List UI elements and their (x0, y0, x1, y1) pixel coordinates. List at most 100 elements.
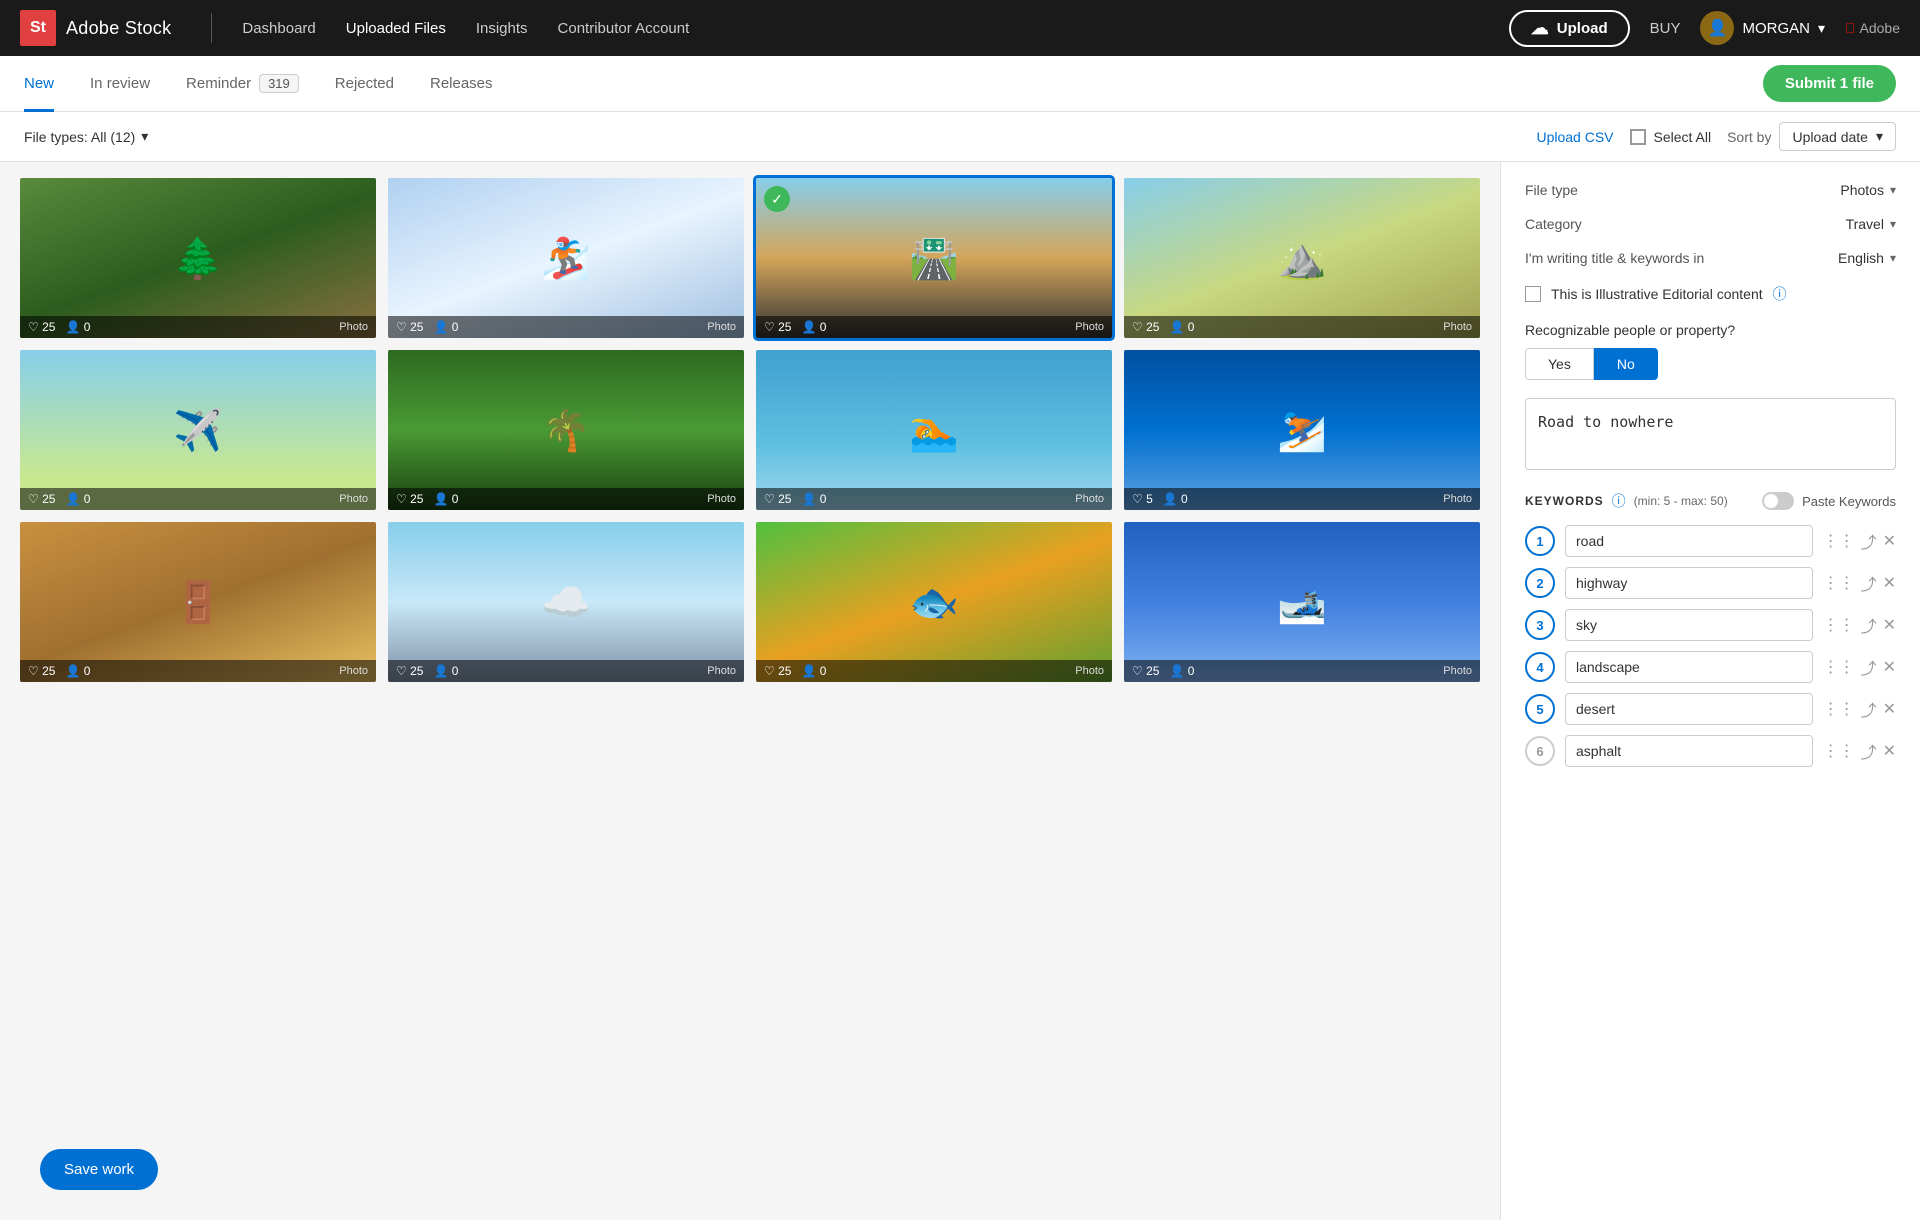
photo-card[interactable]: 🌴 ♡ 25 👤 0 Photo (388, 350, 744, 510)
photo-card[interactable]: 🚪 ♡ 25 👤 0 Photo (20, 522, 376, 682)
photo-card[interactable]: 🏂 ♡ 25 👤 0 Photo (388, 178, 744, 338)
photo-type: Photo (707, 493, 736, 505)
remove-keyword-icon[interactable]: ✕ (1883, 657, 1896, 677)
drag-icon[interactable]: ⋮⋮ (1823, 741, 1855, 761)
keyword-input[interactable] (1565, 693, 1813, 725)
header-actions: ☁ Upload BUY 👤 MORGAN ▾  Adobe (1509, 10, 1900, 47)
sort-dropdown[interactable]: Upload date ▾ (1779, 122, 1896, 151)
no-button[interactable]: No (1594, 348, 1658, 380)
photo-card[interactable]: 🏊 ♡ 25 👤 0 Photo (756, 350, 1112, 510)
info-icon[interactable]: ⓘ (1773, 284, 1787, 304)
photo-footer: ♡ 25 👤 0 Photo (1124, 316, 1480, 338)
photo-card[interactable]: ☁️ ♡ 25 👤 0 Photo (388, 522, 744, 682)
remove-keyword-icon[interactable]: ✕ (1883, 615, 1896, 635)
likes-stat: ♡ 25 (28, 492, 55, 506)
adobe-logo:  Adobe (1845, 20, 1900, 36)
toolbar-right: Upload CSV Select All Sort by Upload dat… (1536, 122, 1896, 151)
paste-keywords-toggle[interactable]: Paste Keywords (1762, 492, 1896, 510)
people-stat: 👤 0 (801, 320, 826, 334)
user-area[interactable]: 👤 MORGAN ▾ (1700, 11, 1825, 45)
drag-icon[interactable]: ⋮⋮ (1823, 657, 1855, 677)
yes-button[interactable]: Yes (1525, 348, 1594, 380)
keyword-input[interactable] (1565, 609, 1813, 641)
tab-reminder[interactable]: Reminder 319 (186, 56, 299, 112)
save-work-button[interactable]: Save work (40, 1149, 158, 1190)
photo-card[interactable]: 🌲 ♡ 25 👤 0 Photo (20, 178, 376, 338)
tab-new[interactable]: New (24, 56, 54, 112)
keyword-number: 3 (1525, 610, 1555, 640)
keyword-number: 6 (1525, 736, 1555, 766)
tab-in-review[interactable]: In review (90, 56, 150, 112)
move-up-icon[interactable]: ⤴ (1861, 571, 1877, 595)
keyword-row: 3 ⋮⋮ ⤴ ✕ (1525, 609, 1896, 641)
remove-keyword-icon[interactable]: ✕ (1883, 531, 1896, 551)
remove-keyword-icon[interactable]: ✕ (1883, 699, 1896, 719)
category-value: Travel (1846, 216, 1884, 232)
file-types-dropdown[interactable]: File types: All (12) ▾ (24, 128, 148, 145)
nav-contributor[interactable]: Contributor Account (558, 20, 690, 37)
title-input[interactable] (1525, 398, 1896, 470)
drag-icon[interactable]: ⋮⋮ (1823, 573, 1855, 593)
adobe-label: Adobe (1860, 20, 1900, 36)
photo-card[interactable]: ⛷️ ♡ 5 👤 0 Photo (1124, 350, 1480, 510)
move-up-icon[interactable]: ⤴ (1861, 613, 1877, 637)
tab-releases[interactable]: Releases (430, 56, 493, 112)
keywords-info-icon[interactable]: ⓘ (1612, 491, 1626, 511)
photo-card[interactable]: 🐟 ♡ 25 👤 0 Photo (756, 522, 1112, 682)
upload-button[interactable]: ☁ Upload (1509, 10, 1630, 47)
language-label: I'm writing title & keywords in (1525, 250, 1838, 266)
likes-stat: ♡ 25 (1132, 320, 1159, 334)
photo-image: 🏊 (756, 350, 1112, 510)
move-up-icon[interactable]: ⤴ (1861, 529, 1877, 553)
nav-insights[interactable]: Insights (476, 20, 528, 37)
photo-card[interactable]: ⛰️ ♡ 25 👤 0 Photo (1124, 178, 1480, 338)
keyword-row: 1 ⋮⋮ ⤴ ✕ (1525, 525, 1896, 557)
photo-card[interactable]: 🎿 ♡ 25 👤 0 Photo (1124, 522, 1480, 682)
avatar: 👤 (1700, 11, 1734, 45)
remove-keyword-icon[interactable]: ✕ (1883, 573, 1896, 593)
keyword-input[interactable] (1565, 567, 1813, 599)
tab-rejected[interactable]: Rejected (335, 56, 394, 112)
move-up-icon[interactable]: ⤴ (1861, 697, 1877, 721)
keyword-input[interactable] (1565, 525, 1813, 557)
select-all-area[interactable]: Select All (1630, 129, 1712, 145)
file-type-dropdown[interactable]: Photos ▾ (1840, 182, 1896, 198)
recognizable-label: Recognizable people or property? (1525, 322, 1896, 338)
drag-icon[interactable]: ⋮⋮ (1823, 531, 1855, 551)
photo-type: Photo (339, 493, 368, 505)
language-dropdown[interactable]: English ▾ (1838, 250, 1896, 266)
move-up-icon[interactable]: ⤴ (1861, 655, 1877, 679)
likes-stat: ♡ 25 (396, 320, 423, 334)
chevron-down-icon: ▾ (141, 128, 148, 145)
photo-image: 🌲 (20, 178, 376, 338)
select-all-checkbox[interactable] (1630, 129, 1646, 145)
drag-icon[interactable]: ⋮⋮ (1823, 699, 1855, 719)
drag-icon[interactable]: ⋮⋮ (1823, 615, 1855, 635)
keyword-input[interactable] (1565, 735, 1813, 767)
move-up-icon[interactable]: ⤴ (1861, 739, 1877, 763)
nav-dashboard[interactable]: Dashboard (242, 20, 315, 37)
photo-footer: ♡ 25 👤 0 Photo (20, 316, 376, 338)
buy-link[interactable]: BUY (1650, 20, 1681, 37)
keyword-input[interactable] (1565, 651, 1813, 683)
remove-keyword-icon[interactable]: ✕ (1883, 741, 1896, 761)
submit-button[interactable]: Submit 1 file (1763, 65, 1896, 102)
category-dropdown[interactable]: Travel ▾ (1846, 216, 1896, 232)
editorial-checkbox[interactable] (1525, 286, 1541, 302)
sort-by-area: Sort by Upload date ▾ (1727, 122, 1896, 151)
photo-footer: ♡ 5 👤 0 Photo (1124, 488, 1480, 510)
photo-footer: ♡ 25 👤 0 Photo (1124, 660, 1480, 682)
photo-image: 🎿 (1124, 522, 1480, 682)
file-type-label: File type (1525, 182, 1840, 198)
user-name: MORGAN (1742, 20, 1810, 37)
upload-csv-button[interactable]: Upload CSV (1536, 129, 1613, 145)
selected-checkmark: ✓ (764, 186, 790, 212)
photo-card[interactable]: ✓🛣️ ♡ 25 👤 0 Photo (756, 178, 1112, 338)
keyword-row: 4 ⋮⋮ ⤴ ✕ (1525, 651, 1896, 683)
photo-footer: ♡ 25 👤 0 Photo (20, 660, 376, 682)
photo-card[interactable]: ✈️ ♡ 25 👤 0 Photo (20, 350, 376, 510)
keyword-number: 4 (1525, 652, 1555, 682)
paste-keywords-toggle-switch[interactable] (1762, 492, 1794, 510)
nav-uploaded-files[interactable]: Uploaded Files (346, 20, 446, 37)
people-stat: 👤 0 (1169, 664, 1194, 678)
